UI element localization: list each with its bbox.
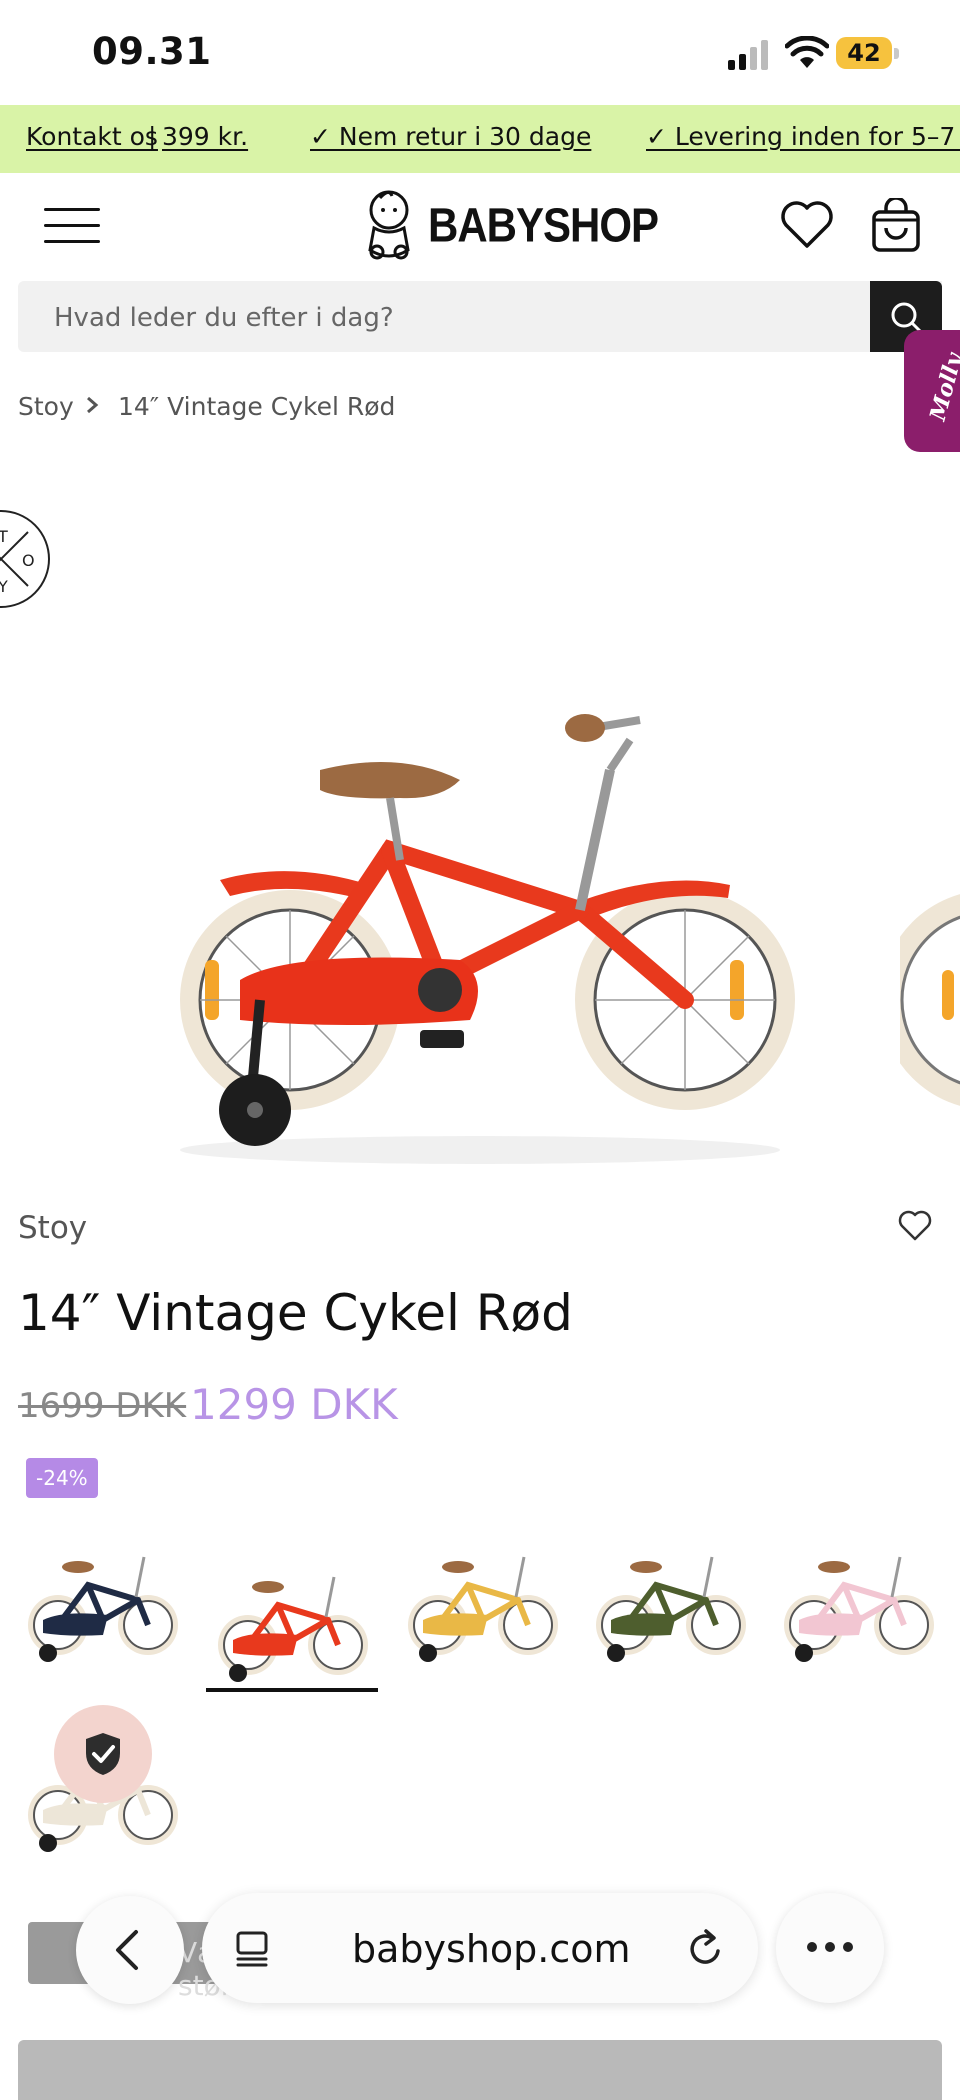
selected-variant-indicator (206, 1688, 378, 1692)
browser-url: babyshop.com (352, 1927, 631, 1971)
tab-overview-icon[interactable] (234, 1929, 274, 1969)
variant-thumbnail-yellow[interactable] (398, 1535, 568, 1665)
baby-logo-icon (368, 190, 410, 260)
product-title: 14″ Vintage Cykel Rød (18, 1284, 573, 1342)
product-image-red-bike[interactable] (140, 660, 820, 1180)
molly-chat-tab[interactable]: Molly (904, 330, 960, 452)
add-to-wishlist-heart-icon[interactable] (898, 1210, 932, 1242)
variant-thumbnail-navy[interactable] (18, 1535, 188, 1665)
status-bar: 09.31 42 (0, 0, 960, 105)
logo-text: BABYSHOP (428, 198, 659, 253)
original-price: 1699 DKK (18, 1386, 187, 1426)
variant-thumbnail-green[interactable] (586, 1535, 756, 1665)
hamburger-menu-icon[interactable] (44, 205, 100, 245)
chevron-right-icon (87, 396, 99, 414)
babyshop-logo[interactable]: BABYSHOP (362, 186, 659, 266)
next-product-image-peek[interactable] (900, 880, 960, 1120)
variant-thumbnail-red[interactable] (208, 1555, 378, 1685)
breadcrumb-current: 14″ Vintage Cykel Rød (118, 392, 396, 421)
more-dots-icon (807, 1942, 853, 1952)
chevron-left-icon (116, 1930, 138, 1970)
variant-thumbnail-pink[interactable] (774, 1535, 944, 1665)
shopping-bag-icon[interactable] (870, 198, 922, 252)
wishlist-heart-icon[interactable] (780, 198, 834, 250)
privacy-shield-button[interactable] (54, 1705, 152, 1803)
announce-contact-link[interactable]: Kontakt os (26, 122, 158, 151)
discount-badge: -24% (26, 1458, 98, 1498)
molly-label: Molly (924, 350, 960, 424)
cellular-signal-icon (728, 40, 768, 70)
announce-separator: | (148, 122, 157, 151)
wifi-icon (785, 36, 829, 68)
browser-more-button[interactable] (776, 1893, 884, 2003)
sale-price: 1299 DKK (190, 1380, 398, 1429)
browser-address-bar[interactable]: babyshop.com (202, 1893, 758, 2003)
shield-check-icon (86, 1733, 120, 1775)
product-brand[interactable]: Stoy (18, 1210, 87, 1246)
announce-delivery-link[interactable]: ✓ Levering inden for 5–7 h (646, 122, 960, 151)
svg-text:O: O (22, 551, 35, 570)
browser-back-button[interactable] (76, 1896, 184, 2004)
search-input[interactable] (52, 281, 876, 354)
battery-level: 42 (847, 39, 881, 67)
add-to-cart-button[interactable] (18, 2040, 942, 2100)
svg-text:Y: Y (0, 577, 8, 596)
search-bar (18, 281, 942, 354)
stoy-brand-badge: T O Y (0, 510, 50, 608)
breadcrumb-brand[interactable]: Stoy (18, 392, 74, 421)
announce-returns-link[interactable]: ✓ Nem retur i 30 dage (310, 122, 591, 151)
announce-shipping-link[interactable]: 399 kr. (162, 122, 248, 151)
svg-text:T: T (0, 527, 8, 546)
reload-icon[interactable] (686, 1927, 726, 1969)
status-time: 09.31 (92, 30, 212, 73)
announcement-bar: Kontakt os | 399 kr. ✓ Nem retur i 30 da… (0, 105, 960, 173)
battery-icon: 42 (836, 37, 900, 69)
